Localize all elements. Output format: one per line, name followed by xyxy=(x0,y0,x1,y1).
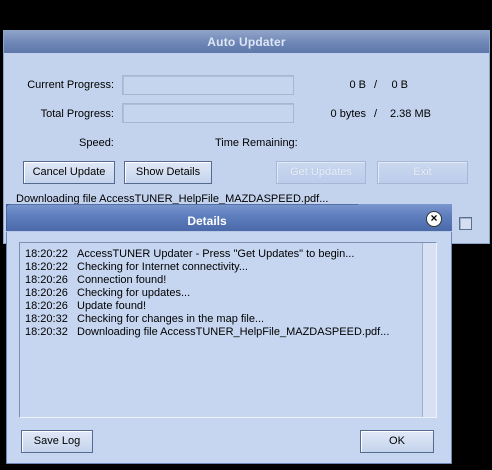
log-entry: 18:20:26 Checking for updates... xyxy=(25,287,190,300)
log-entry-time: 18:20:22 xyxy=(25,261,68,273)
cancel-update-button[interactable]: Cancel Update xyxy=(23,161,115,184)
log-entry-time: 18:20:32 xyxy=(25,326,68,338)
current-progress-done: 0 B xyxy=(349,79,366,91)
save-log-button[interactable]: Save Log xyxy=(21,430,93,453)
option-checkbox[interactable] xyxy=(459,217,472,230)
log-entry-message: AccessTUNER Updater - Press "Get Updates… xyxy=(77,248,355,260)
current-progress-total: 0 B xyxy=(391,79,408,91)
log-entry: 18:20:26 Update found! xyxy=(25,300,146,313)
current-progress-label: Current Progress: xyxy=(27,79,114,91)
details-log: 18:20:22 AccessTUNER Updater - Press "Get… xyxy=(19,242,437,418)
log-scrollbar[interactable] xyxy=(422,243,436,417)
log-entry-time: 18:20:22 xyxy=(25,248,68,260)
log-entry-time: 18:20:32 xyxy=(25,313,68,325)
log-entry-message: Checking for Internet connectivity... xyxy=(77,261,248,273)
log-entry-message: Checking for changes in the map file... xyxy=(77,313,265,325)
get-updates-button[interactable]: Get Updates xyxy=(276,161,366,184)
log-entry: 18:20:22 Checking for Internet connectivi… xyxy=(25,261,248,274)
window-title: Auto Updater xyxy=(207,35,286,49)
total-progress-total: 2.38 MB xyxy=(390,108,431,120)
total-progress-bar xyxy=(122,103,294,123)
details-dialog: Details × 18:20:22 AccessTUNER Updater - … xyxy=(6,204,452,464)
total-progress-done: 0 bytes xyxy=(330,108,366,120)
details-title: Details xyxy=(187,214,227,228)
total-progress-separator: / xyxy=(374,108,378,120)
log-entry-message: Connection found! xyxy=(77,274,167,286)
log-entry: 18:20:32 Checking for changes in the map … xyxy=(25,313,264,326)
exit-button[interactable]: Exit xyxy=(377,161,468,184)
total-progress-label: Total Progress: xyxy=(40,108,114,120)
log-entry: 18:20:26 Connection found! xyxy=(25,274,166,287)
log-entry-time: 18:20:26 xyxy=(25,287,68,299)
current-progress-bar xyxy=(122,75,294,95)
log-entry: 18:20:32 Downloading file AccessTUNER_Hel… xyxy=(25,326,389,339)
log-entry-time: 18:20:26 xyxy=(25,300,68,312)
speed-label: Speed: xyxy=(79,137,114,149)
log-entry-message: Downloading file AccessTUNER_HelpFile_MA… xyxy=(77,326,390,338)
log-entry-message: Update found! xyxy=(77,300,147,312)
log-entry-time: 18:20:26 xyxy=(25,274,68,286)
log-entry: 18:20:22 AccessTUNER Updater - Press "Get… xyxy=(25,248,354,261)
time-remaining-label: Time Remaining: xyxy=(215,137,298,149)
ok-button[interactable]: OK xyxy=(360,430,434,453)
current-progress-separator: / xyxy=(374,79,378,91)
show-details-button[interactable]: Show Details xyxy=(124,161,212,184)
close-icon[interactable]: × xyxy=(426,211,442,227)
title-bar[interactable]: Auto Updater xyxy=(4,31,489,53)
log-entry-message: Checking for updates... xyxy=(77,287,191,299)
